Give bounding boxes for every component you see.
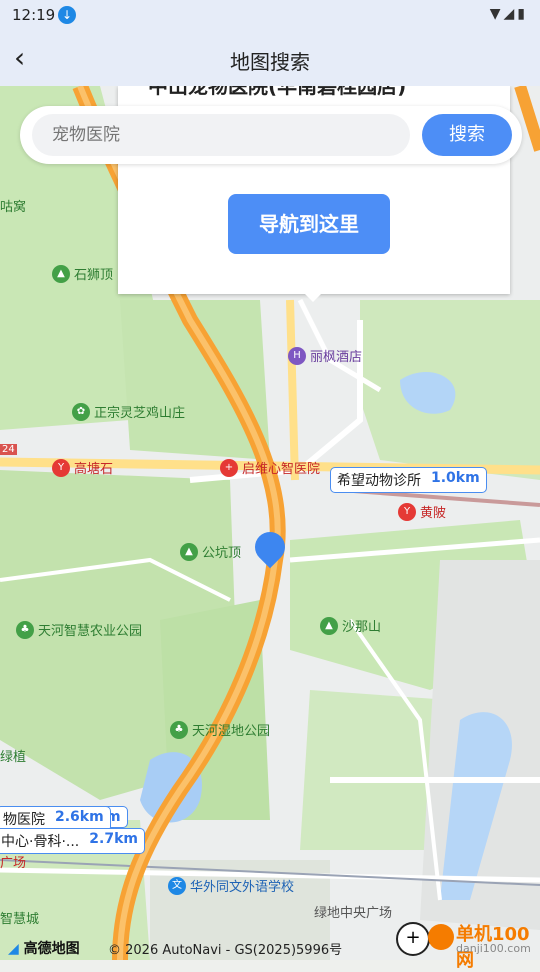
poi-gaotangshi[interactable]: Y 高塘石 [52, 458, 113, 477]
watermark-logo-icon [428, 924, 454, 950]
navigate-button[interactable]: 导航到这里 [228, 194, 390, 254]
park-icon: ♣ [170, 720, 188, 739]
zoom-plus-icon[interactable]: + [396, 922, 430, 956]
search-button[interactable]: 搜索 [422, 114, 512, 156]
status-time: 12:19 [12, 6, 56, 24]
mountain-icon: ▲ [52, 264, 70, 283]
poi-guangchang: 广场 [0, 856, 27, 871]
poi-lifeng[interactable]: H 丽枫酒店 [288, 346, 362, 365]
watermark-url: danji100.com [456, 942, 531, 955]
poi-lingzhi[interactable]: ✿ 正宗灵芝鸡山庄 [72, 402, 185, 421]
result-tag-3[interactable]: 中心·骨科·... 2.7km [0, 828, 145, 854]
hotel-icon: H [288, 346, 306, 365]
park-icon: ♣ [16, 620, 34, 639]
poi-zhihuicheng: 智慧城 [0, 912, 40, 927]
poi-guwo: 咕窝 [0, 200, 27, 215]
result-tag-1[interactable]: 希望动物诊所 1.0km [330, 467, 487, 493]
poi-qiwei[interactable]: + 启维心智医院 [220, 458, 320, 477]
search-bar: 搜索 [20, 106, 522, 164]
poi-shanaishan[interactable]: ▲ 沙那山 [320, 616, 381, 635]
watermark: + 单机100网 danji100.com [392, 918, 540, 971]
status-bar: 12:19 ↓ ▼◢▮ [0, 0, 540, 32]
poi-huawai[interactable]: 文华外同文外语学校 [168, 876, 294, 895]
mountain-icon: ▲ [320, 616, 338, 635]
school-icon: 文 [168, 876, 186, 895]
popup-arrow [304, 293, 322, 302]
poi-huangbei[interactable]: Y 黄陂 [398, 502, 446, 521]
search-input[interactable] [32, 114, 410, 156]
poi-shishiding[interactable]: ▲ 石狮顶 [52, 264, 113, 283]
poi-lvzhi: 绿植 [0, 750, 27, 765]
poi-tianhe-agri[interactable]: ♣ 天河智慧农业公园 [16, 620, 142, 639]
poi-lvdi[interactable]: 绿地中央广场 [314, 902, 392, 921]
park-icon: ✿ [72, 402, 90, 421]
poi-gongkengding[interactable]: ▲ 公坑顶 [180, 542, 241, 561]
download-icon: ↓ [58, 6, 76, 24]
status-icons: ▼◢▮ [489, 6, 528, 22]
top-bar: ‹ 地图搜索 [0, 32, 540, 86]
amap-logo-icon: ◢ [8, 941, 19, 957]
poi-wetland[interactable]: ♣ 天河湿地公园 [170, 720, 270, 739]
metro-icon: Y [52, 458, 70, 477]
amap-logo: ◢ 高德地图 [8, 941, 80, 957]
mountain-icon: ▲ [180, 542, 198, 561]
metro-icon: Y [398, 502, 416, 521]
copyright-text: © 2026 AutoNavi - GS(2025)5996号 [108, 943, 343, 958]
page-title: 地图搜索 [230, 50, 310, 74]
road-badge: 24 [0, 444, 17, 455]
hospital-icon: + [220, 458, 238, 477]
